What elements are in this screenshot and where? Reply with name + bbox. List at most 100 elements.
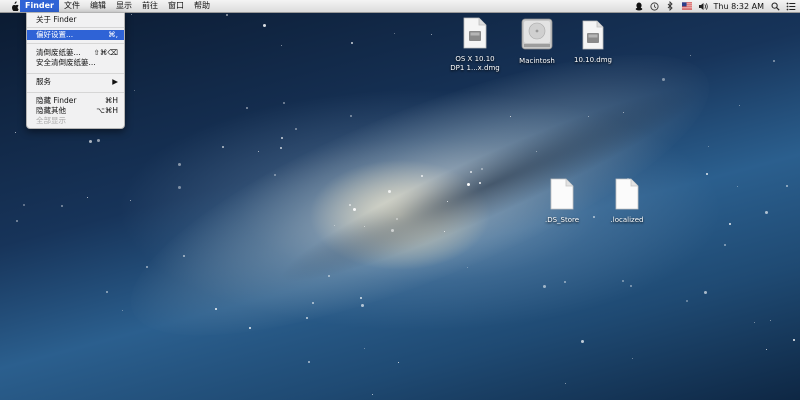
menu-item-hide-others[interactable]: 隐藏其他 ⌥⌘H xyxy=(27,106,124,116)
star xyxy=(312,302,314,304)
qq-icon[interactable] xyxy=(634,1,644,11)
menu-clock[interactable]: Thu 8:32 AM xyxy=(714,2,764,11)
star xyxy=(690,55,691,56)
star xyxy=(766,349,767,350)
star xyxy=(581,340,584,343)
star xyxy=(444,231,445,232)
star xyxy=(622,280,624,282)
star xyxy=(353,208,356,211)
star xyxy=(146,266,148,268)
notification-center-icon[interactable] xyxy=(786,1,796,11)
star xyxy=(23,204,25,206)
menu-item-about-finder[interactable]: 关于 Finder xyxy=(27,15,124,25)
star xyxy=(122,310,123,311)
star xyxy=(686,300,688,302)
star xyxy=(351,42,353,44)
star xyxy=(467,183,470,186)
menu-go[interactable]: 前往 xyxy=(137,0,163,12)
desktop-icon-localized[interactable]: .localized xyxy=(592,178,662,225)
star xyxy=(394,33,395,34)
star xyxy=(328,275,330,277)
finder-menu-dropdown: 关于 Finder 偏好设置... ⌘, 清倒废纸篓... ⇧⌘⌫ 安全清倒废纸… xyxy=(26,12,125,129)
desktop-icon-ds-store[interactable]: .DS_Store xyxy=(527,178,597,225)
star xyxy=(706,173,708,175)
star xyxy=(786,185,788,187)
menu-item-label: 安全清倒废纸篓... xyxy=(36,58,96,67)
star xyxy=(724,244,726,246)
submenu-arrow-icon: ▶ xyxy=(112,77,118,86)
star xyxy=(398,362,399,363)
star xyxy=(564,281,566,283)
star xyxy=(770,320,771,321)
desktop-icon-osx-dmg[interactable]: OS X 10.10 DP1 1...x.dmg xyxy=(440,17,510,73)
menu-item-services[interactable]: 服务 ▶ xyxy=(27,77,124,87)
star xyxy=(87,197,88,198)
star xyxy=(249,327,251,329)
menu-finder[interactable]: Finder xyxy=(20,0,59,12)
star xyxy=(470,171,472,173)
star xyxy=(106,291,108,293)
star xyxy=(246,107,248,109)
star xyxy=(543,285,546,288)
star xyxy=(364,348,365,349)
menu-help[interactable]: 帮助 xyxy=(189,0,215,12)
menu-separator xyxy=(27,43,124,44)
menu-item-shortcut: ⌘H xyxy=(104,96,118,105)
star xyxy=(274,174,276,176)
star xyxy=(89,140,92,143)
star xyxy=(662,78,665,81)
star xyxy=(588,116,589,117)
star xyxy=(280,147,282,149)
spotlight-icon[interactable] xyxy=(770,1,780,11)
star xyxy=(350,115,352,117)
star xyxy=(739,105,740,106)
star xyxy=(773,60,775,62)
star xyxy=(372,394,373,395)
desktop-icon-label: 10.10.dmg xyxy=(574,56,612,64)
disk-image-icon xyxy=(440,17,510,53)
star xyxy=(364,226,365,227)
star xyxy=(16,220,18,222)
menu-item-preferences[interactable]: 偏好设置... ⌘, xyxy=(27,30,124,40)
star xyxy=(793,339,795,341)
menu-item-label: 服务 xyxy=(36,77,51,86)
star xyxy=(349,204,351,206)
menu-item-secure-empty-trash[interactable]: 安全清倒废纸篓... xyxy=(27,58,124,68)
star xyxy=(704,291,707,294)
volume-icon[interactable] xyxy=(698,1,708,11)
star xyxy=(396,218,398,220)
menu-separator xyxy=(27,92,124,93)
star xyxy=(97,139,100,142)
star xyxy=(467,267,468,268)
star xyxy=(765,211,768,214)
time-machine-icon[interactable] xyxy=(650,1,660,11)
star xyxy=(183,255,185,257)
menu-view[interactable]: 显示 xyxy=(111,0,137,12)
star xyxy=(388,190,391,193)
menu-item-label: 隐藏 Finder xyxy=(36,96,77,105)
menu-separator xyxy=(27,73,124,74)
us-flag-icon[interactable] xyxy=(681,1,692,11)
menu-item-empty-trash[interactable]: 清倒废纸篓... ⇧⌘⌫ xyxy=(27,48,124,58)
menu-item-hide-finder[interactable]: 隐藏 Finder ⌘H xyxy=(27,96,124,106)
menu-window[interactable]: 窗口 xyxy=(163,0,189,12)
apple-icon[interactable] xyxy=(8,0,20,12)
star xyxy=(295,128,297,130)
star xyxy=(632,358,633,359)
bluetooth-icon[interactable] xyxy=(666,1,676,11)
star xyxy=(431,34,432,35)
star xyxy=(131,14,132,15)
star xyxy=(510,116,511,117)
star xyxy=(481,168,483,170)
menu-edit[interactable]: 编辑 xyxy=(85,0,111,12)
menu-file[interactable]: 文件 xyxy=(59,0,85,12)
star xyxy=(258,151,259,152)
desktop-icon-1010-dmg[interactable]: 10.10.dmg xyxy=(558,20,628,65)
desktop-icon-label: .DS_Store xyxy=(544,216,580,224)
menu-item-label: 全部显示 xyxy=(36,116,66,125)
star xyxy=(421,175,423,177)
star xyxy=(226,14,228,16)
star xyxy=(536,151,537,152)
menu-item-label: 清倒废纸篓... xyxy=(36,48,81,57)
menu-separator xyxy=(27,27,124,28)
